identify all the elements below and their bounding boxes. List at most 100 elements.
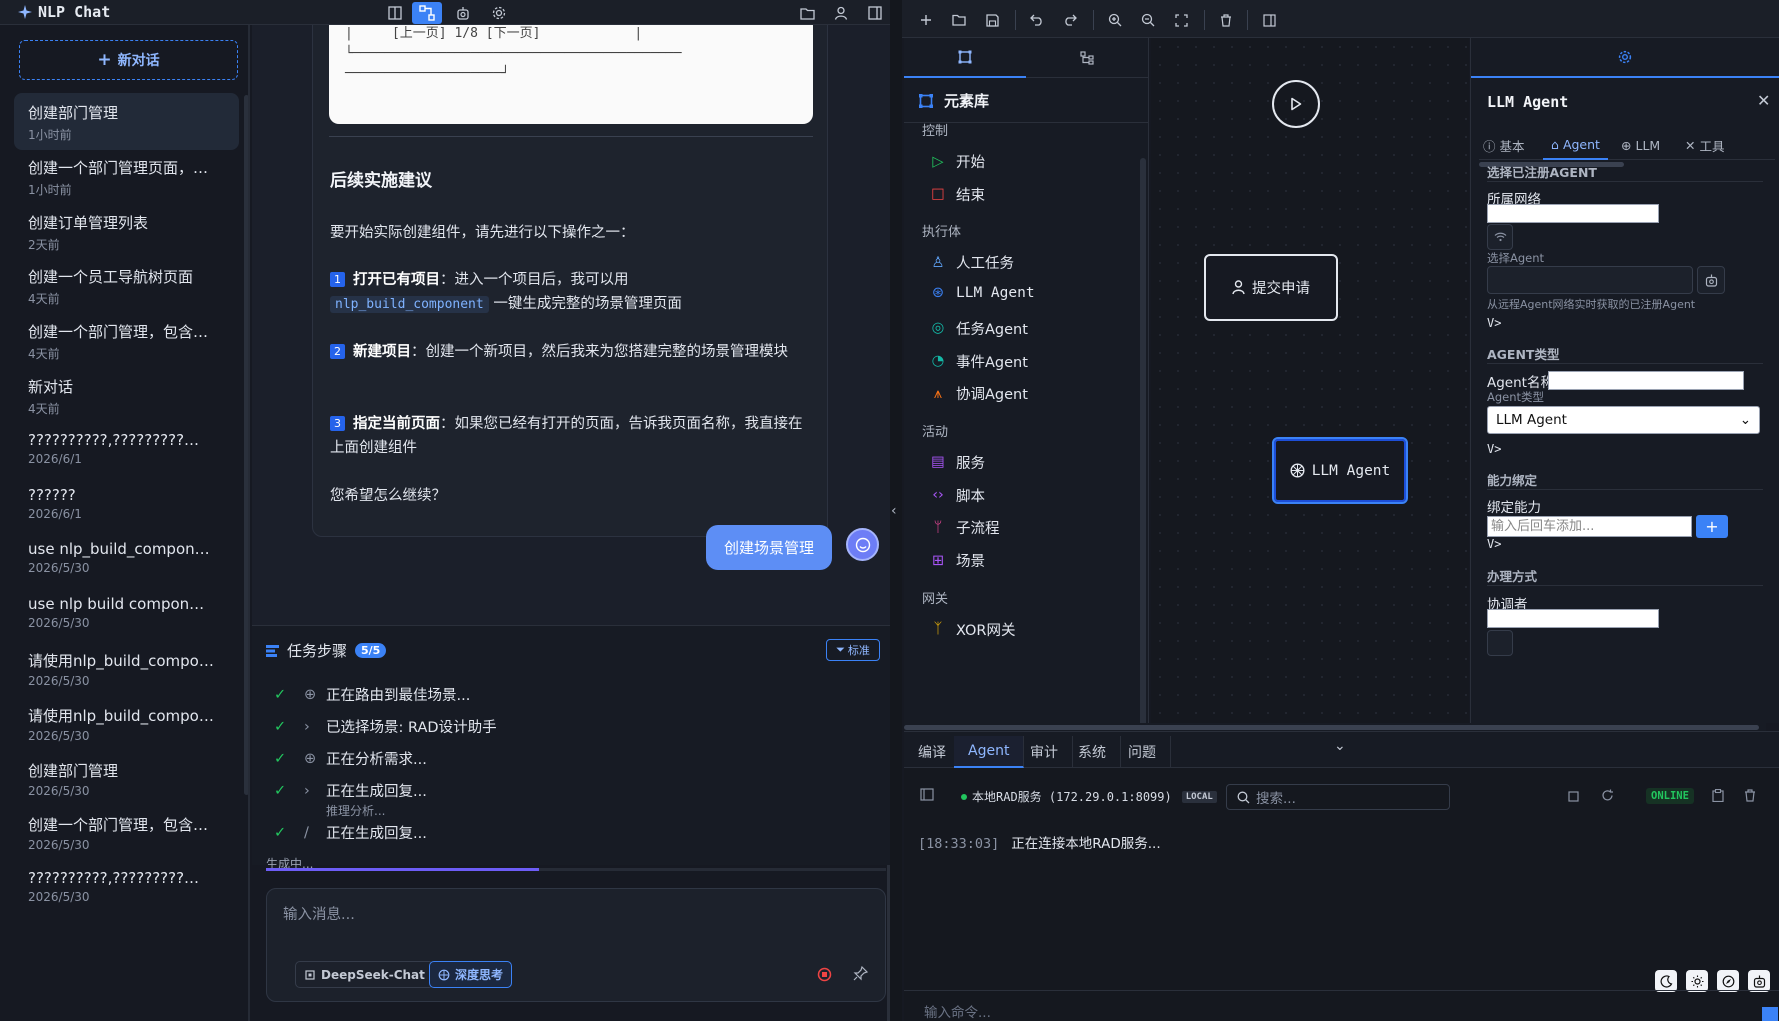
deep-think-toggle[interactable]: 深度思考 bbox=[429, 961, 513, 988]
robot-button-icon[interactable] bbox=[1697, 266, 1725, 294]
sidebar-scrollbar[interactable] bbox=[244, 95, 248, 795]
tab-basic[interactable]: ⓘ 基本 bbox=[1483, 130, 1525, 160]
library-item[interactable]: ♙ 人工任务 bbox=[930, 252, 1015, 273]
list-item[interactable]: 创建部门管理 2026/5/30 bbox=[14, 751, 239, 808]
user-icon[interactable] bbox=[826, 2, 856, 24]
coordinator-field[interactable] bbox=[1487, 609, 1659, 628]
close-icon[interactable]: ✕ bbox=[1757, 91, 1770, 110]
start-node[interactable] bbox=[1272, 80, 1320, 128]
chevron-right-icon[interactable]: › bbox=[304, 719, 318, 735]
mode-button[interactable]: ⏷ 标准 bbox=[826, 639, 880, 661]
library-item[interactable]: ᛉ XOR网关 bbox=[930, 619, 1016, 640]
list-item[interactable]: 新对话 4天前 bbox=[14, 367, 239, 424]
library-item[interactable]: ◔ 事件Agent bbox=[930, 351, 1028, 372]
add-ability-button[interactable]: + bbox=[1696, 515, 1728, 538]
fit-view-icon[interactable] bbox=[1170, 9, 1192, 31]
library-item[interactable]: ⊛ LLM Agent bbox=[930, 285, 1035, 301]
folder-icon[interactable] bbox=[792, 2, 822, 24]
task-node-submit[interactable]: 提交申请 bbox=[1204, 254, 1338, 321]
scroll-thumb[interactable] bbox=[904, 725, 1759, 730]
add-icon[interactable] bbox=[915, 9, 937, 31]
avatar[interactable] bbox=[846, 528, 879, 561]
model-selector[interactable]: DeepSeek-Chat bbox=[295, 961, 434, 988]
compass-icon[interactable] bbox=[1717, 970, 1739, 992]
undo-icon[interactable] bbox=[1026, 9, 1048, 31]
library-item[interactable]: □ 结束 bbox=[930, 184, 985, 205]
wifi-icon[interactable] bbox=[1487, 224, 1513, 250]
delete-icon[interactable] bbox=[1215, 9, 1237, 31]
panel-toggle-icon[interactable] bbox=[1258, 9, 1280, 31]
resize-corner-icon[interactable] bbox=[1762, 1007, 1778, 1021]
library-scrollbar[interactable] bbox=[1140, 158, 1146, 728]
chevron-down-icon[interactable]: ⌄ bbox=[1334, 738, 1346, 754]
library-item[interactable]: ▤ 服务 bbox=[930, 452, 985, 473]
bind-ability-input[interactable]: 输入后回车添加... bbox=[1487, 516, 1692, 537]
list-item[interactable]: 创建部门管理 1小时前 bbox=[14, 93, 239, 150]
new-chat-button[interactable]: + 新对话 bbox=[19, 40, 238, 80]
agent-name-field[interactable] bbox=[1548, 371, 1744, 390]
clipboard-icon[interactable] bbox=[1712, 788, 1724, 806]
network-field[interactable] bbox=[1487, 204, 1659, 223]
list-item[interactable]: use nlp build compon… 2026/5/30 bbox=[14, 586, 239, 643]
list-item[interactable]: ??????????,?????????… 2026/6/1 bbox=[14, 422, 239, 479]
library-item[interactable]: ◎ 任务Agent bbox=[930, 318, 1028, 339]
tab-issues[interactable]: 问题 bbox=[1114, 736, 1171, 768]
command-input[interactable]: 输入命令... bbox=[904, 990, 1779, 1021]
library-item[interactable]: ⩚ 协调Agent bbox=[930, 383, 1028, 404]
tab-compile[interactable]: 编译 bbox=[904, 736, 961, 768]
pane-splitter[interactable]: ‹ bbox=[890, 0, 902, 1021]
sidebar-toggle-icon[interactable] bbox=[860, 2, 890, 24]
list-item[interactable]: 创建一个员工导航树页面 4天前 bbox=[14, 257, 239, 314]
list-item[interactable]: use nlp_build_compon… 2026/5/30 bbox=[14, 531, 239, 588]
tab-llm[interactable]: ⊕ LLM bbox=[1621, 130, 1660, 160]
trash-icon[interactable] bbox=[1744, 789, 1756, 806]
agent-select-field[interactable] bbox=[1487, 266, 1693, 294]
tab-system[interactable]: 系统 bbox=[1064, 736, 1121, 768]
save-icon[interactable] bbox=[981, 9, 1003, 31]
list-item[interactable]: 请使用nlp_build_compo… 2026/5/30 bbox=[14, 696, 239, 753]
list-item[interactable]: ??????????,?????????… 2026/5/30 bbox=[14, 860, 239, 917]
library-item[interactable]: ᛘ 子流程 bbox=[930, 517, 1000, 538]
list-item[interactable]: 创建一个部门管理，包含… 4天前 bbox=[14, 312, 239, 369]
layout-icon[interactable] bbox=[380, 2, 410, 24]
zoom-in-icon[interactable] bbox=[1104, 9, 1126, 31]
tab-tree[interactable] bbox=[1026, 38, 1148, 78]
library-item[interactable]: ⊞ 场景 bbox=[930, 550, 985, 571]
library-item[interactable]: ‹› 脚本 bbox=[930, 485, 985, 506]
moon-icon[interactable] bbox=[1655, 970, 1677, 992]
list-item[interactable]: 请使用nlp_build_compo… 2026/5/30 bbox=[14, 641, 239, 698]
list-item[interactable]: 创建一个部门管理，包含… 2026/5/30 bbox=[14, 805, 239, 862]
open-folder-icon[interactable] bbox=[948, 9, 970, 31]
flow-canvas[interactable]: 提交申请 LLM Agent bbox=[1151, 38, 1469, 723]
chevron-right-icon[interactable]: › bbox=[304, 783, 318, 799]
bot-icon[interactable] bbox=[1748, 970, 1770, 992]
llm-agent-node[interactable]: LLM Agent bbox=[1272, 437, 1408, 504]
library-item[interactable]: ▷ 开始 bbox=[930, 151, 985, 172]
list-item[interactable]: 创建一个部门管理页面，… 1小时前 bbox=[14, 148, 239, 205]
agent-type-select[interactable]: LLM Agent ⌄ bbox=[1487, 406, 1760, 434]
tab-agent[interactable]: ⌂ Agent bbox=[1543, 130, 1608, 160]
pin-icon[interactable] bbox=[853, 965, 869, 985]
properties-tab[interactable] bbox=[1471, 38, 1779, 78]
robot-small-icon[interactable] bbox=[1487, 630, 1513, 656]
collapse-arrow-icon[interactable]: ‹ bbox=[891, 503, 897, 519]
tab-agent[interactable]: Agent bbox=[954, 736, 1025, 768]
sun-icon[interactable] bbox=[1686, 970, 1708, 992]
panel-icon[interactable] bbox=[920, 788, 934, 805]
robot-icon[interactable] bbox=[448, 2, 478, 24]
list-item[interactable]: 创建订单管理列表 2天前 bbox=[14, 203, 239, 260]
zoom-out-icon[interactable] bbox=[1137, 9, 1159, 31]
gear-icon[interactable] bbox=[484, 2, 514, 24]
stop-icon[interactable] bbox=[817, 967, 832, 986]
message-composer[interactable]: 输入消息... DeepSeek-Chat 深度思考 bbox=[266, 888, 886, 1002]
message-input[interactable]: 输入消息... bbox=[283, 903, 355, 924]
flow-icon[interactable] bbox=[412, 2, 442, 24]
console-search[interactable]: 搜索... bbox=[1226, 784, 1450, 810]
tab-elements[interactable] bbox=[904, 38, 1026, 78]
list-item[interactable]: ?????? 2026/6/1 bbox=[14, 477, 239, 534]
stop-square-icon[interactable] bbox=[1568, 790, 1579, 806]
tab-tools[interactable]: ✕ 工具 bbox=[1685, 130, 1725, 160]
redo-icon[interactable] bbox=[1059, 9, 1081, 31]
horizontal-scrollbar[interactable] bbox=[904, 723, 1766, 731]
refresh-icon[interactable] bbox=[1601, 789, 1614, 806]
